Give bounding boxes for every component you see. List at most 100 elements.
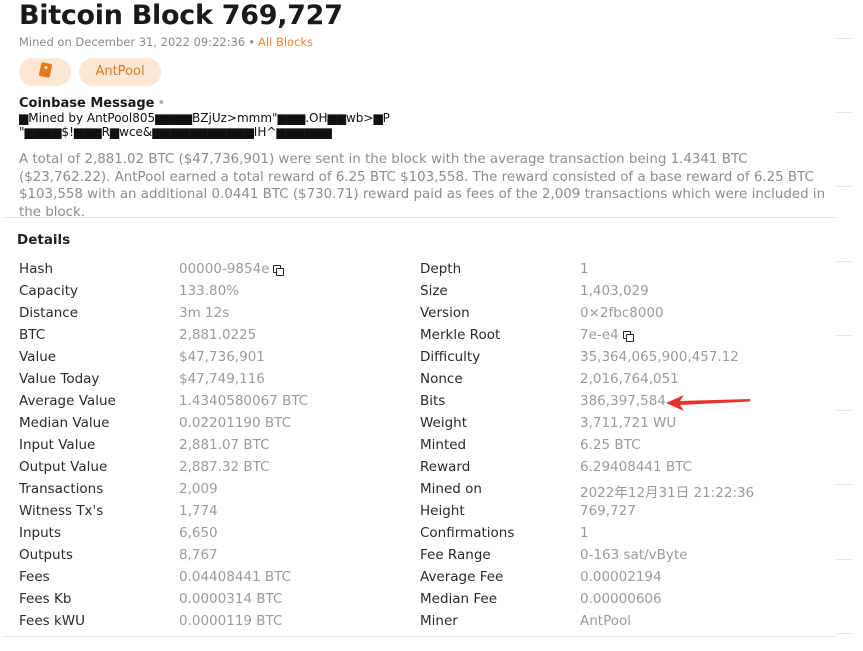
detail-label: Weight <box>420 415 468 431</box>
detail-value-text: $47,749,116 <box>179 371 265 387</box>
detail-value: 2,881.0225 <box>179 327 256 343</box>
detail-value-text: 35,364,065,900,457.12 <box>580 349 739 365</box>
detail-label: BTC <box>19 327 46 343</box>
detail-row-value: Value $47,736,901 <box>19 349 409 371</box>
tag-icon <box>38 62 52 78</box>
detail-value: 2022年12月31日 21:22:36 <box>580 481 754 501</box>
detail-value: 2,009 <box>179 481 218 497</box>
detail-value: AntPool <box>580 613 631 629</box>
detail-label: Fee Range <box>420 547 491 563</box>
detail-row-height: Height 769,727 <box>420 503 830 525</box>
rail-divider <box>836 261 852 262</box>
detail-value: 00000-9854e <box>179 261 285 277</box>
detail-value-text: 0×2fbc8000 <box>580 305 664 321</box>
detail-row-mined-on: Mined on 2022年12月31日 21:22:36 <box>420 481 830 503</box>
detail-row-merkle-root: Merkle Root 7e-e4 <box>420 327 830 349</box>
detail-value-text: $47,736,901 <box>179 349 265 365</box>
coinbase-message-line-1: ▆Mined by AntPool805▆▆▆▆BZjUz>mmm"▆▆▆.OH… <box>19 111 390 125</box>
detail-value-text: 3m 12s <box>179 305 230 321</box>
detail-row-depth: Depth 1 <box>420 261 830 283</box>
detail-label: Height <box>420 503 465 519</box>
block-summary: A total of 2,881.02 BTC ($47,736,901) we… <box>19 152 826 220</box>
detail-value: $47,749,116 <box>179 371 265 387</box>
detail-label: Fees Kb <box>19 591 72 607</box>
detail-value: 386,397,584 <box>580 393 666 409</box>
detail-value: 7e-e4 <box>580 327 634 343</box>
detail-label: Confirmations <box>420 525 515 541</box>
detail-value: 1 <box>580 261 589 277</box>
detail-value: 1.4340580067 BTC <box>179 393 308 409</box>
detail-value-text: 0.00002194 <box>580 569 662 585</box>
detail-row-miner: Miner AntPool <box>420 613 830 635</box>
details-left-column: Hash 00000-9854e Capacity 133.80% Distance 3m… <box>19 261 409 635</box>
detail-value: 0-163 sat/vByte <box>580 547 688 563</box>
detail-label: Average Value <box>19 393 116 409</box>
detail-value: 2,887.32 BTC <box>179 459 270 475</box>
detail-row-input-value: Input Value 2,881.07 BTC <box>19 437 409 459</box>
detail-value-text: 3,711,721 WU <box>580 415 677 431</box>
detail-label: Hash <box>19 261 54 277</box>
detail-value-text: 0-163 sat/vByte <box>580 547 688 563</box>
detail-value: 1,774 <box>179 503 218 519</box>
detail-value: 0.0000314 BTC <box>179 591 282 607</box>
miner-badge[interactable]: AntPool <box>79 58 161 86</box>
detail-row-reward: Reward 6.29408441 BTC <box>420 459 830 481</box>
copy-icon[interactable] <box>622 330 634 342</box>
detail-label: Witness Tx's <box>19 503 104 519</box>
detail-value: 1,403,029 <box>580 283 649 299</box>
rail-divider <box>836 186 852 187</box>
detail-value: 0.04408441 BTC <box>179 569 291 585</box>
detail-value-text[interactable]: 00000-9854e <box>179 261 269 277</box>
detail-label: Value <box>19 349 57 365</box>
detail-value: 1 <box>580 525 589 541</box>
detail-value: 8,767 <box>179 547 218 563</box>
detail-label: Average Fee <box>420 569 504 585</box>
detail-value-text: 1,774 <box>179 503 218 519</box>
rail-divider <box>836 559 852 560</box>
detail-value-text[interactable]: 7e-e4 <box>580 327 619 343</box>
detail-row-average-value: Average Value 1.4340580067 BTC <box>19 393 409 415</box>
detail-row-outputs: Outputs 8,767 <box>19 547 409 569</box>
detail-row-inputs: Inputs 6,650 <box>19 525 409 547</box>
divider <box>4 636 836 637</box>
page-title: Bitcoin Block 769,727 <box>19 0 343 31</box>
detail-row-nonce: Nonce 2,016,764,051 <box>420 371 830 393</box>
detail-value-text: 8,767 <box>179 547 218 563</box>
detail-label: Median Value <box>19 415 110 431</box>
details-heading: Details <box>17 232 71 248</box>
detail-value: 3,711,721 WU <box>580 415 676 431</box>
detail-label: Miner <box>420 613 458 629</box>
detail-value-text: AntPool <box>580 613 632 629</box>
copy-icon[interactable] <box>273 264 285 276</box>
detail-row-fee-range: Fee Range 0-163 sat/vByte <box>420 547 830 569</box>
detail-value-text: 2,881.07 BTC <box>179 437 270 453</box>
mined-info: Mined on December 31, 2022 09:22:36 • All … <box>19 35 313 49</box>
coinbase-dot: • <box>157 96 166 111</box>
detail-value: 0×2fbc8000 <box>580 305 664 321</box>
detail-label: Merkle Root <box>420 327 501 343</box>
detail-label: Nonce <box>420 371 463 387</box>
detail-label: Mined on <box>420 481 482 497</box>
detail-row-fees: Fees 0.04408441 BTC <box>19 569 409 591</box>
all-blocks-link[interactable]: All Blocks <box>258 35 313 49</box>
detail-row-hash: Hash 00000-9854e <box>19 261 409 283</box>
detail-row-btc: BTC 2,881.0225 <box>19 327 409 349</box>
mined-on-text: Mined on December 31, 2022 09:22:36 <box>19 35 246 49</box>
tag-badge[interactable] <box>19 58 71 86</box>
detail-label: Fees kWU <box>19 613 86 629</box>
divider <box>4 217 836 218</box>
detail-label: Outputs <box>19 547 73 563</box>
detail-row-capacity: Capacity 133.80% <box>19 283 409 305</box>
detail-label: Input Value <box>19 437 96 453</box>
detail-value: 0.00002194 <box>580 569 662 585</box>
detail-row-version: Version 0×2fbc8000 <box>420 305 830 327</box>
detail-value: 35,364,065,900,457.12 <box>580 349 739 365</box>
detail-value: 2,016,764,051 <box>580 371 679 387</box>
detail-value-text: 2,887.32 BTC <box>179 459 270 475</box>
detail-label: Difficulty <box>420 349 481 365</box>
detail-value-text: 133.80% <box>179 283 240 299</box>
detail-value-text: 2,016,764,051 <box>580 371 679 387</box>
detail-row-transactions: Transactions 2,009 <box>19 481 409 503</box>
detail-value-text: 0.04408441 BTC <box>179 569 292 585</box>
red-arrow-icon <box>666 395 750 411</box>
